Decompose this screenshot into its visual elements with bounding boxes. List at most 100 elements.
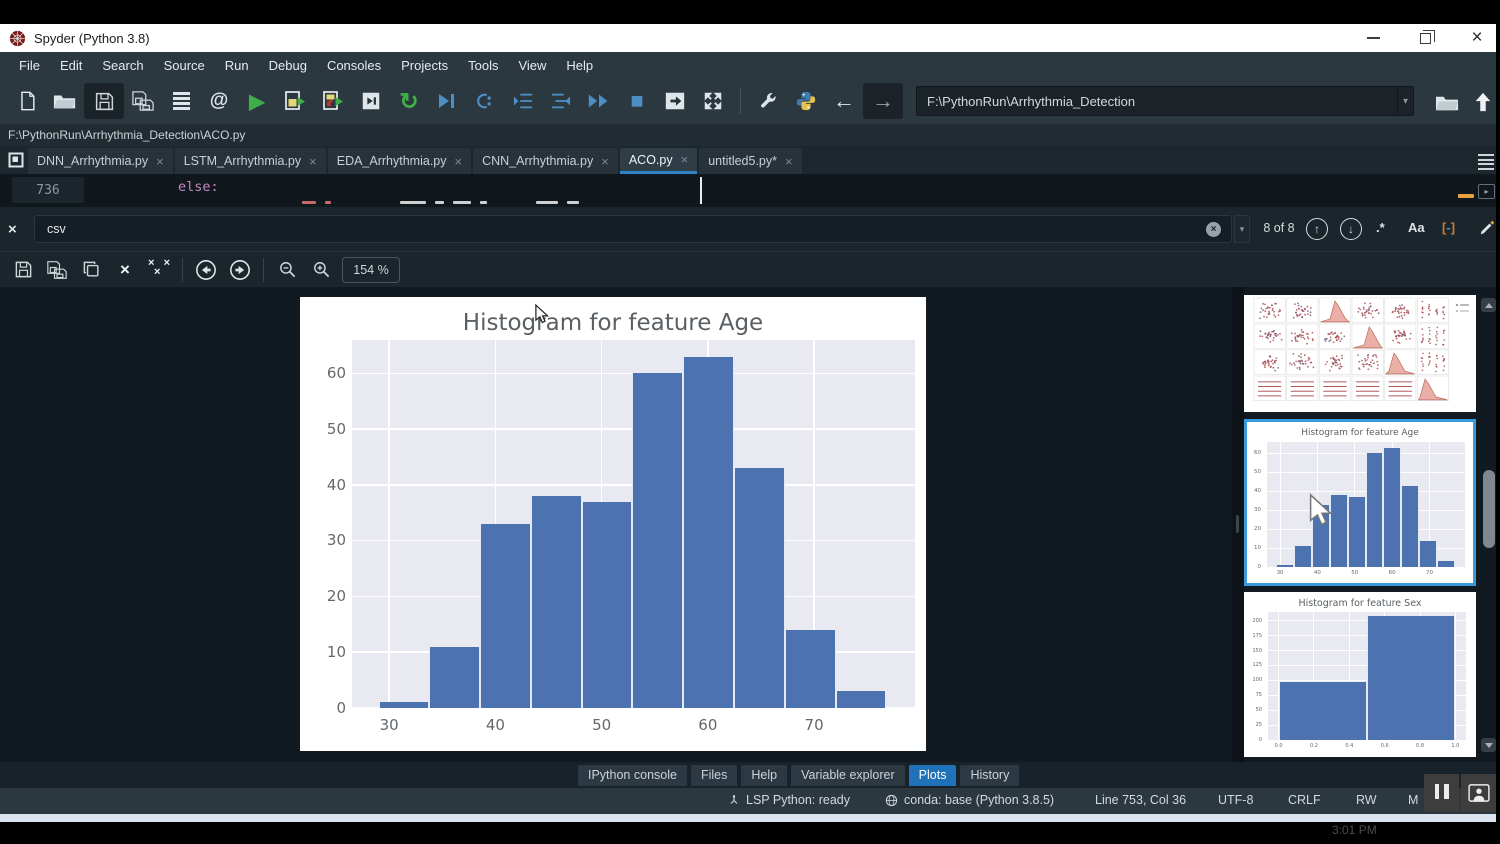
close-tab-icon[interactable]: × <box>309 154 317 169</box>
tab-aco-active[interactable]: ACO.py × <box>620 148 697 174</box>
menu-projects[interactable]: Projects <box>392 55 457 76</box>
run-cell-advance-icon[interactable] <box>314 83 352 119</box>
copy-plot-icon[interactable] <box>74 255 108 285</box>
remove-plot-icon[interactable]: × <box>108 255 142 285</box>
save-all-icon[interactable] <box>124 83 162 119</box>
x-tick-label: 50 <box>577 716 627 734</box>
debug-file-icon[interactable] <box>466 83 504 119</box>
run-until-line-icon[interactable] <box>428 83 466 119</box>
previous-plot-icon[interactable] <box>189 255 223 285</box>
zoom-out-icon[interactable] <box>270 255 304 285</box>
restore-button[interactable] <box>1416 29 1434 47</box>
menu-source[interactable]: Source <box>155 55 214 76</box>
symbol-finder-icon[interactable]: @ <box>200 83 238 119</box>
search-history-dropdown-icon[interactable]: ▾ <box>1234 215 1250 243</box>
interpreter-status[interactable]: conda: base (Python 3.8.5) <box>885 793 1054 807</box>
menu-consoles[interactable]: Consoles <box>318 55 390 76</box>
stop-icon[interactable]: ■ <box>618 83 656 119</box>
zoom-level-field[interactable]: 154 % <box>342 257 400 283</box>
preferences-wrench-icon[interactable] <box>749 83 787 119</box>
menu-view[interactable]: View <box>509 55 555 76</box>
editor-pane[interactable]: 736 else: ▸ <box>0 174 1496 207</box>
tab-history[interactable]: History <box>960 765 1019 786</box>
whole-word-toggle-icon[interactable]: [-] <box>1442 220 1455 235</box>
thumbnail-age-histogram-selected[interactable]: Histogram for feature Age010203040506030… <box>1244 419 1476 586</box>
step-over-icon[interactable] <box>504 83 542 119</box>
run-selection-icon[interactable] <box>352 83 390 119</box>
scroll-up-icon[interactable] <box>1481 298 1496 312</box>
save-all-plots-icon[interactable] <box>40 255 74 285</box>
find-next-icon[interactable]: ↓ <box>1340 218 1362 240</box>
minimize-button[interactable] <box>1364 29 1382 47</box>
browse-working-dir-icon[interactable] <box>1428 84 1466 120</box>
fullscreen-icon[interactable] <box>694 83 732 119</box>
title-bar: Spyder (Python 3.8) × <box>0 24 1496 52</box>
close-button[interactable]: × <box>1468 29 1486 47</box>
zoom-in-icon[interactable] <box>304 255 338 285</box>
tab-untitled5[interactable]: untitled5.py* × <box>699 148 801 174</box>
split-editor-icon[interactable]: ▸ <box>1478 184 1495 199</box>
tab-help[interactable]: Help <box>741 765 787 786</box>
regex-toggle-icon[interactable]: .* <box>1376 220 1385 235</box>
save-plot-icon[interactable] <box>6 255 40 285</box>
close-tab-icon[interactable]: × <box>156 154 164 169</box>
recorder-webcam-button[interactable] <box>1461 774 1496 812</box>
close-tab-icon[interactable]: × <box>455 154 463 169</box>
highlight-matches-icon[interactable] <box>1478 219 1496 242</box>
close-tab-icon[interactable]: × <box>785 154 793 169</box>
python-env-icon[interactable] <box>787 83 825 119</box>
main-plot-figure[interactable]: Histogram for feature Age010203040506030… <box>300 297 926 751</box>
tab-cnn-arrhythmia[interactable]: CNN_Arrhythmia.py × <box>473 148 618 174</box>
recorder-pause-button[interactable] <box>1424 774 1459 812</box>
remove-all-plots-icon[interactable]: × × × <box>142 255 176 285</box>
run-cell-icon[interactable] <box>276 83 314 119</box>
new-file-icon[interactable] <box>8 83 46 119</box>
menu-search[interactable]: Search <box>93 55 152 76</box>
working-directory-dropdown-icon[interactable]: ▾ <box>1397 87 1413 115</box>
tab-files[interactable]: Files <box>691 765 737 786</box>
tab-options-menu-icon[interactable] <box>1478 154 1494 167</box>
tab-variable-explorer[interactable]: Variable explorer <box>791 765 905 786</box>
menu-tools[interactable]: Tools <box>459 55 507 76</box>
thumbnail-pairplot[interactable] <box>1244 295 1476 412</box>
histogram-bar <box>683 357 734 708</box>
step-into-icon[interactable] <box>542 83 580 119</box>
y-tick-label: 20 <box>1247 526 1261 532</box>
clear-search-icon[interactable]: × <box>1206 222 1221 237</box>
continue-icon[interactable] <box>580 83 618 119</box>
search-input[interactable]: csv × <box>34 215 1232 243</box>
save-icon[interactable] <box>84 83 124 119</box>
parent-dir-icon[interactable] <box>1464 84 1500 120</box>
working-directory-combobox[interactable]: F:\PythonRun\Arrhythmia_Detection ▾ <box>916 86 1414 116</box>
menu-debug[interactable]: Debug <box>260 55 316 76</box>
menu-edit[interactable]: Edit <box>51 55 91 76</box>
case-sensitive-toggle[interactable]: Aa <box>1408 220 1425 235</box>
close-tab-icon[interactable]: × <box>681 152 689 167</box>
close-find-icon[interactable]: × <box>8 221 17 238</box>
y-tick-label: 60 <box>1247 450 1261 456</box>
maximize-pane-icon[interactable] <box>656 83 694 119</box>
match-count: 8 of 8 <box>1256 221 1302 235</box>
open-file-icon[interactable] <box>46 83 84 119</box>
scroll-down-icon[interactable] <box>1481 738 1496 752</box>
run-file-icon[interactable]: ▶ <box>238 83 276 119</box>
rerun-cell-icon[interactable]: ↻ <box>390 83 428 119</box>
tab-plots-active[interactable]: Plots <box>909 765 957 786</box>
forward-icon[interactable]: → <box>863 83 903 119</box>
tab-dnn-arrhythmia[interactable]: DNN_Arrhythmia.py × <box>28 148 173 174</box>
tab-lstm-arrhythmia[interactable]: LSTM_Arrhythmia.py × <box>175 148 326 174</box>
thumbnail-scrollbar[interactable] <box>1483 470 1495 548</box>
menu-run[interactable]: Run <box>216 55 258 76</box>
thumbnail-sex-histogram[interactable]: Histogram for feature Sex025507510012515… <box>1244 592 1476 757</box>
close-tab-icon[interactable]: × <box>601 154 609 169</box>
browse-tabs-icon[interactable] <box>4 148 28 172</box>
menu-help[interactable]: Help <box>557 55 602 76</box>
back-icon[interactable]: ← <box>825 83 863 119</box>
menu-file[interactable]: File <box>10 55 49 76</box>
outline-icon[interactable] <box>162 83 200 119</box>
tab-ipython-console[interactable]: IPython console <box>578 765 687 786</box>
find-previous-icon[interactable]: ↑ <box>1306 218 1328 240</box>
pane-splitter[interactable] <box>1232 287 1244 762</box>
next-plot-icon[interactable] <box>223 255 257 285</box>
tab-eda-arrhythmia[interactable]: EDA_Arrhythmia.py × <box>328 148 471 174</box>
